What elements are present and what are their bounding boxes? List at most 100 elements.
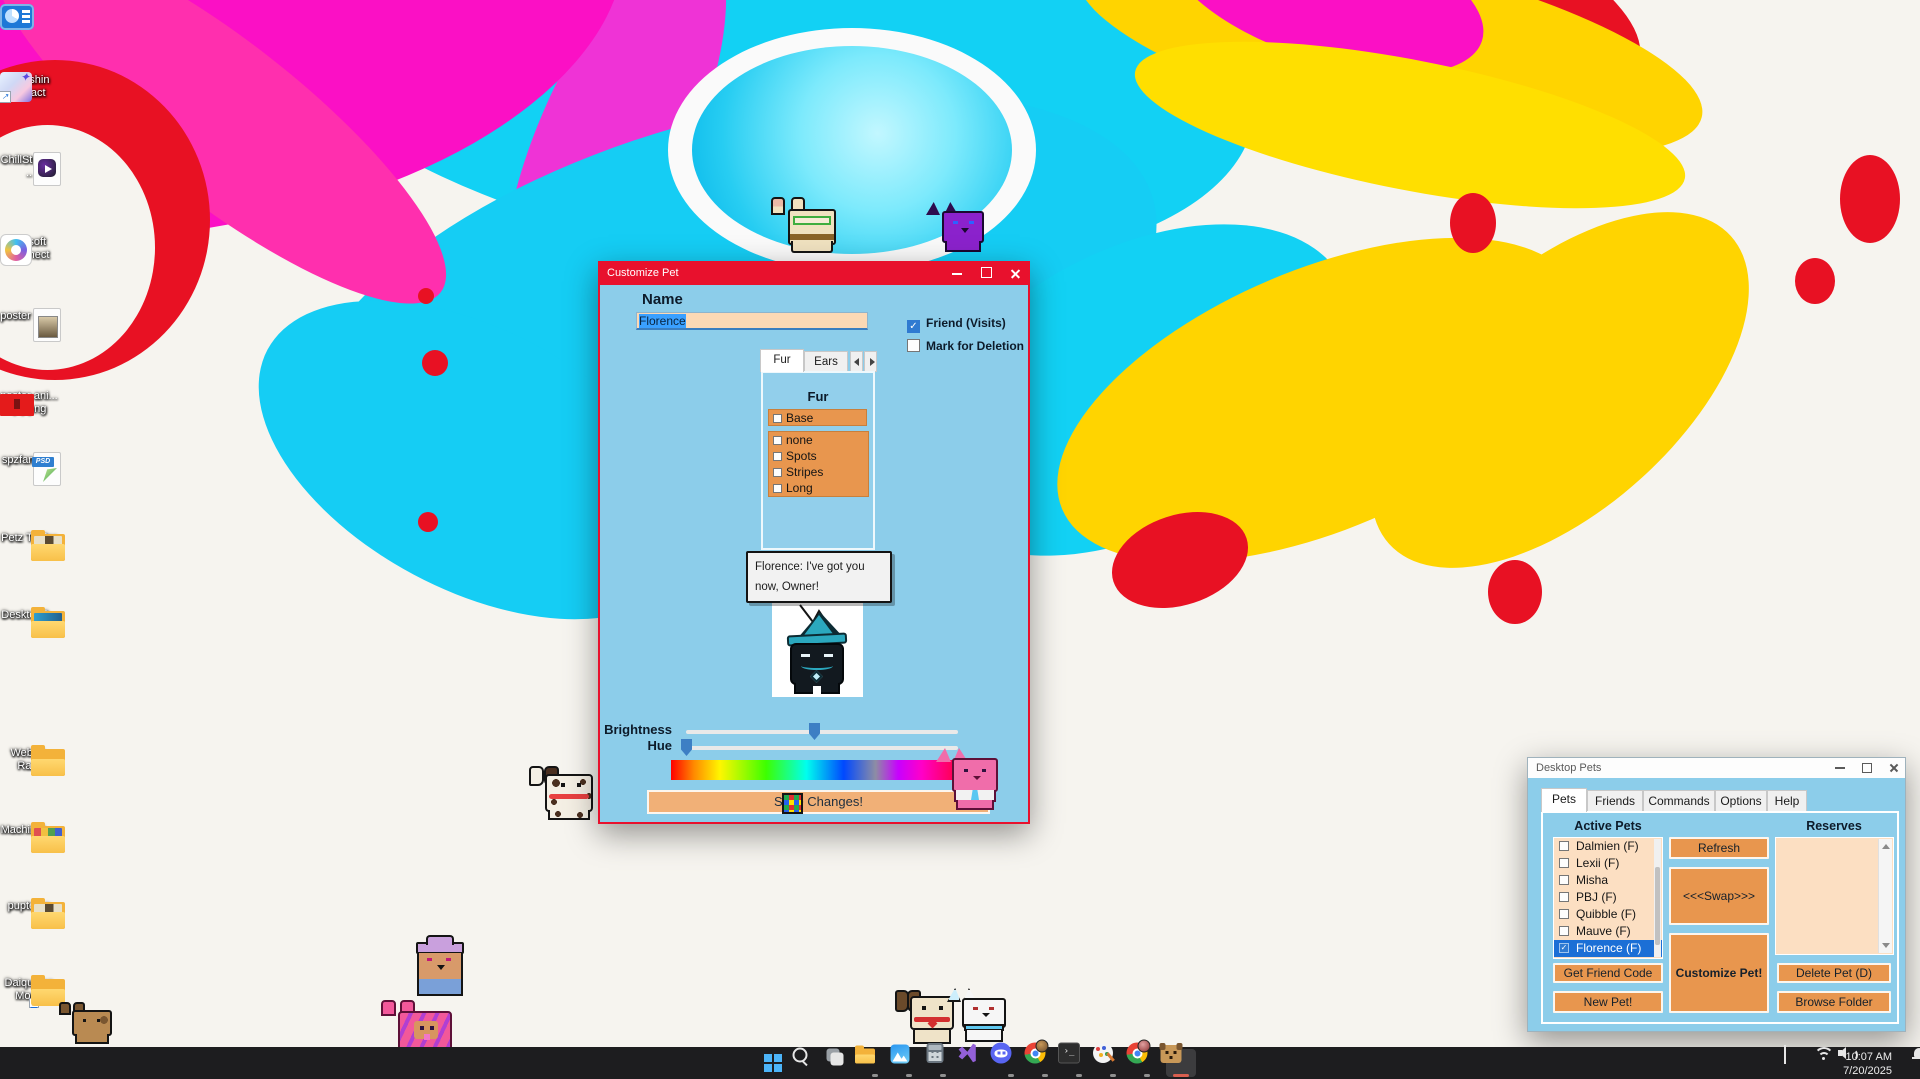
browse-folder-button[interactable]: Browse Folder xyxy=(1777,991,1891,1013)
active-pets-scrollbar[interactable] xyxy=(1654,839,1661,957)
reserves-scrollbar[interactable] xyxy=(1878,839,1892,953)
hue-slider-thumb[interactable] xyxy=(681,739,692,756)
pet-list-item[interactable]: Dalmien (F) xyxy=(1554,838,1662,855)
tab-friends[interactable]: Friends xyxy=(1587,790,1643,812)
desktop-icon-poster[interactable]: poster ani... xyxy=(0,308,58,323)
checkbox-checked-icon[interactable] xyxy=(1559,943,1569,953)
hue-rainbow-bar[interactable] xyxy=(671,760,959,780)
taskbar-start-button[interactable] xyxy=(758,1049,788,1077)
delete-pet-button[interactable]: Delete Pet (D) xyxy=(1777,963,1891,983)
desktop-pet-purple-cat[interactable] xyxy=(942,202,984,252)
checkbox-unchecked-icon[interactable] xyxy=(907,339,920,352)
taskbar-calculator[interactable] xyxy=(928,1049,958,1077)
tab-options[interactable]: Options xyxy=(1715,790,1767,812)
fur-option-base[interactable]: Base xyxy=(769,410,866,426)
checkbox-icon[interactable] xyxy=(773,452,782,461)
tab-help[interactable]: Help xyxy=(1767,790,1807,812)
reserves-list[interactable] xyxy=(1775,837,1894,955)
tab-scroll-right-button[interactable] xyxy=(864,351,877,372)
taskbar-file-explorer[interactable] xyxy=(860,1049,890,1077)
desktop-icon-poster-2[interactable]: poster ani... (2).png xyxy=(0,388,58,415)
checkbox-icon[interactable] xyxy=(773,414,782,423)
checkbox-icon[interactable] xyxy=(1559,892,1569,902)
taskbar-clock[interactable]: 10:07 AM 7/20/2025 xyxy=(1843,1047,1892,1079)
desktop-icon-spzfamily-psd[interactable]: spzfamily... xyxy=(0,452,58,467)
fur-option-stripes[interactable]: Stripes xyxy=(769,464,868,480)
taskbar-task-view-button[interactable] xyxy=(826,1049,856,1077)
desktop-icon-petz-trailer[interactable]: Petz Trailer xyxy=(0,530,58,545)
desktop-pet-dalmatian[interactable] xyxy=(544,766,594,820)
taskbar-chrome-profile-2[interactable] xyxy=(1132,1049,1162,1077)
fur-option-none[interactable]: none xyxy=(769,432,868,448)
taskbar-chrome-profile-1[interactable] xyxy=(1030,1049,1060,1077)
maximize-button[interactable] xyxy=(973,261,999,285)
desktop-icon-chillstrong[interactable]: ChillStrong... xyxy=(0,152,58,179)
taskbar-visual-studio[interactable] xyxy=(962,1049,992,1077)
window-titlebar[interactable]: Desktop Pets xyxy=(1528,758,1905,778)
taskbar-search-button[interactable] xyxy=(792,1049,822,1077)
pet-list-item[interactable]: Quibble (F) xyxy=(1554,906,1662,923)
tray-overflow-button[interactable] xyxy=(1784,1047,1786,1079)
maximize-button[interactable] xyxy=(1854,758,1878,778)
desktop-icon-genshin-impact[interactable]: Genshin Impact xyxy=(0,72,58,99)
active-pets-list[interactable]: Dalmien (F) Lexii (F) Misha PBJ (F) Quib… xyxy=(1553,837,1663,959)
desktop-icon-desktopp[interactable]: DesktopP... xyxy=(0,607,58,622)
checkbox-icon[interactable] xyxy=(1559,841,1569,851)
taskbar-desktop-pets[interactable] xyxy=(1166,1049,1196,1077)
taskbar-paint[interactable] xyxy=(1098,1049,1128,1077)
hue-slider[interactable] xyxy=(686,746,958,750)
taskbar-terminal[interactable]: ›_ xyxy=(1064,1049,1094,1077)
pet-list-item[interactable]: PBJ (F) xyxy=(1554,889,1662,906)
customize-pet-button[interactable]: Customize Pet! xyxy=(1669,933,1769,1013)
desktop-pet-tan-dog[interactable] xyxy=(788,197,836,253)
desktop-pet-white-cat[interactable] xyxy=(962,988,1006,1042)
desktop-icon-puptemp[interactable]: puptemp xyxy=(0,898,58,913)
checkbox-icon[interactable] xyxy=(773,436,782,445)
tab-pets[interactable]: Pets xyxy=(1541,788,1587,812)
desktop-icon-ubisoft-connect[interactable]: Ubisoft Connect xyxy=(0,234,58,261)
close-button[interactable] xyxy=(1881,758,1905,778)
checkbox-icon[interactable] xyxy=(1559,909,1569,919)
dialog-titlebar[interactable]: Customize Pet xyxy=(598,261,1030,285)
swap-button[interactable]: <<<Swap>>> xyxy=(1669,867,1769,925)
new-pet-button[interactable]: New Pet! xyxy=(1553,991,1663,1013)
close-button[interactable] xyxy=(1002,261,1028,285)
desktop-pet-brown-pup[interactable] xyxy=(72,1002,112,1044)
tab-scroll-left-button[interactable] xyxy=(850,351,863,372)
tab-fur[interactable]: Fur xyxy=(760,349,804,372)
scrollbar-thumb[interactable] xyxy=(1655,867,1660,945)
checkbox-icon[interactable] xyxy=(1559,858,1569,868)
checkbox-icon[interactable] xyxy=(1559,926,1569,936)
checkbox-icon[interactable] xyxy=(773,484,782,493)
taskbar-discord[interactable] xyxy=(996,1049,1026,1077)
tab-commands[interactable]: Commands xyxy=(1643,790,1715,812)
desktop-icon-machinel[interactable]: MachineL... xyxy=(0,822,58,837)
get-friend-code-button[interactable]: Get Friend Code xyxy=(1553,963,1663,983)
name-input[interactable]: Florence xyxy=(636,312,868,330)
taskbar-photos[interactable] xyxy=(894,1049,924,1077)
pet-list-item[interactable]: Mauve (F) xyxy=(1554,923,1662,940)
desktop-icon-webgl[interactable]: WebGL Ra... xyxy=(0,745,58,772)
minimize-button[interactable] xyxy=(1827,758,1851,778)
checkbox-icon[interactable] xyxy=(773,468,782,477)
pet-list-item-selected[interactable]: Florence (F) xyxy=(1554,940,1662,957)
fur-option-long[interactable]: Long xyxy=(769,480,868,496)
checkbox-icon[interactable] xyxy=(1559,875,1569,885)
desktop-icon-daiquinso-mode[interactable]: ↗ Daiquinso Mode xyxy=(0,975,58,1002)
checkbox-checked-icon[interactable] xyxy=(907,320,920,333)
desktop-pet-cream-dog[interactable] xyxy=(908,990,956,1044)
desktop-pet-bucket-hat[interactable] xyxy=(414,942,466,998)
wallpaper-shape xyxy=(1795,258,1835,304)
refresh-button[interactable]: Refresh xyxy=(1669,837,1769,859)
pet-list-item[interactable]: Misha xyxy=(1554,872,1662,889)
tab-ears[interactable]: Ears xyxy=(804,351,848,372)
minimize-button[interactable] xyxy=(944,261,970,285)
brightness-slider-thumb[interactable] xyxy=(809,723,820,740)
save-changes-button[interactable]: Save Changes! xyxy=(647,790,990,814)
mark-for-deletion-checkbox[interactable]: Mark for Deletion xyxy=(907,337,1024,355)
pet-list-item[interactable]: Lexii (F) xyxy=(1554,855,1662,872)
desktop-pet-pink-cat[interactable] xyxy=(952,748,998,810)
brightness-slider[interactable] xyxy=(686,730,958,734)
fur-option-spots[interactable]: Spots xyxy=(769,448,868,464)
friend-visits-checkbox[interactable]: Friend (Visits) xyxy=(907,314,1006,333)
